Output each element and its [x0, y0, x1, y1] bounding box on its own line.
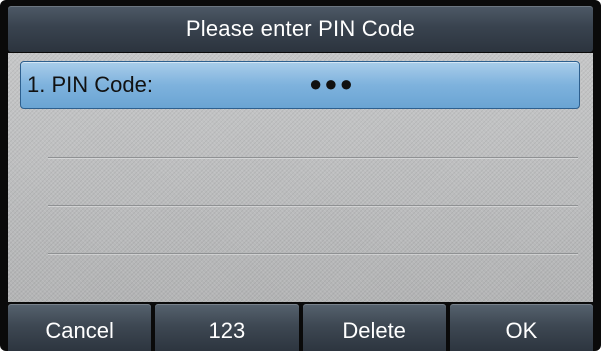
page-title: Please enter PIN Code [185, 16, 416, 41]
row-divider [48, 157, 578, 158]
content-area: 1. PIN Code: ●●● [8, 53, 593, 302]
pin-code-label: 1. PIN Code: [27, 72, 153, 97]
input-mode-button[interactable]: 123 [155, 304, 299, 351]
cancel-button[interactable]: Cancel [8, 304, 152, 351]
title-bar: Please enter PIN Code [8, 6, 593, 52]
pin-code-field[interactable]: 1. PIN Code: ●●● [20, 61, 580, 109]
pin-code-value[interactable]: ●●● [309, 62, 355, 106]
row-divider [48, 253, 578, 254]
ok-button[interactable]: OK [449, 304, 593, 351]
delete-button[interactable]: Delete [302, 304, 446, 351]
phone-screen: Please enter PIN Code 1. PIN Code: ●●● C… [0, 0, 601, 351]
softkey-bar: Cancel 123 Delete OK [8, 304, 593, 351]
row-divider [48, 205, 578, 206]
